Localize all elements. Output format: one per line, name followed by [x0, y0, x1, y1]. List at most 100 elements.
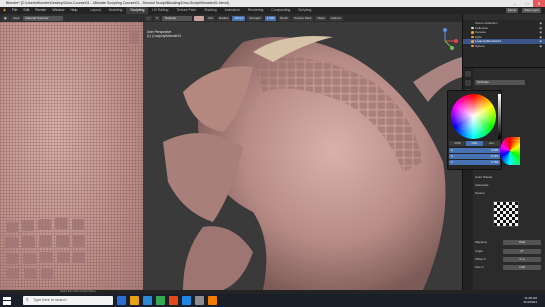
strength-slider[interactable]: 1.000 [264, 15, 277, 21]
scale-pattern [38, 219, 51, 230]
scale-pattern [40, 252, 53, 263]
taskbar-app-icon[interactable] [195, 296, 204, 305]
mapping-label: Mapping [475, 240, 487, 244]
taskbar-search-input[interactable]: ⚲ Type here to search [23, 296, 113, 305]
color-mode-tabs: RGB HSV Hex [449, 141, 500, 146]
brush-name-field[interactable]: TexDraw [475, 80, 525, 85]
scene-selector[interactable]: Scene [505, 8, 519, 13]
value-field[interactable]: V 0.769 [449, 160, 500, 165]
brush-menu[interactable]: Brush [278, 15, 291, 21]
section-color-palette[interactable]: Color Palette [475, 175, 492, 180]
maximize-button[interactable]: □ [521, 0, 533, 7]
outliner-header [463, 14, 545, 20]
taskbar-clock[interactable]: 11:28 AM 6/13/2021 [524, 296, 537, 304]
image-editor-type-icon[interactable]: ▣ [2, 15, 9, 21]
tab-compositing[interactable]: Compositing [267, 7, 294, 14]
tab-hsv[interactable]: HSV [466, 141, 483, 146]
saturation-field[interactable]: S 0.172 [449, 154, 500, 159]
blender-taskbar-icon[interactable] [208, 296, 217, 305]
strength-label: Strength [247, 15, 263, 21]
menu-edit[interactable]: Edit [20, 7, 32, 14]
scale-pattern [39, 235, 52, 247]
navigation-gizmo[interactable] [430, 26, 460, 56]
scale-pattern [73, 252, 85, 263]
scale-pattern [41, 269, 53, 279]
visibility-eye-icon[interactable]: ◉ [539, 44, 542, 49]
editor-type-icon[interactable]: ⬚ [145, 15, 152, 21]
radius-label: Radius [217, 15, 231, 21]
section-advanced[interactable]: Advanced [475, 183, 488, 188]
mask-menu[interactable]: Mask [315, 15, 327, 21]
tab-animation[interactable]: Animation [221, 7, 244, 14]
blender-logo-icon[interactable]: ◉ [0, 7, 9, 14]
tab-layout[interactable]: Layout [86, 7, 104, 14]
menu-window[interactable]: Window [49, 7, 67, 14]
image-selector[interactable]: Material Textured [23, 15, 64, 21]
size-label: Size X [475, 265, 484, 269]
tab-modeling[interactable]: Modeling [105, 7, 127, 14]
outliner-item[interactable]: Sphere ◉ [463, 44, 545, 49]
render-tab-icon[interactable] [465, 80, 471, 86]
taskbar-app-icon[interactable] [169, 296, 178, 305]
outliner-panel: Scene Collection ◉ Collection ◉ Camera ◉ Li… [462, 14, 545, 67]
scale-pattern [22, 236, 35, 248]
angle-label: Angle [475, 249, 483, 253]
image-view-menu[interactable]: View [10, 15, 22, 21]
tab-rgb[interactable]: RGB [449, 141, 466, 146]
tab-shading[interactable]: Shading [200, 7, 220, 14]
menu-help[interactable]: Help [67, 7, 80, 14]
3d-viewport[interactable] [143, 22, 462, 290]
texture-image [0, 22, 143, 290]
tab-hex[interactable]: Hex [483, 141, 500, 146]
view-layer-selector[interactable]: View Layer [522, 8, 541, 13]
tab-rendering[interactable]: Rendering [244, 7, 268, 14]
taskbar-app-icon[interactable] [117, 296, 126, 305]
windows-start-icon[interactable] [3, 296, 11, 305]
scale-pattern [22, 220, 34, 231]
image-editor-header: ▣ View Material Textured [0, 14, 143, 22]
minimize-button[interactable]: – [509, 0, 521, 7]
scale-pattern [73, 235, 85, 247]
menu-file[interactable]: File [9, 7, 20, 14]
scale-pattern [24, 269, 36, 279]
tab-uv-editing[interactable]: UV Editing [148, 7, 172, 14]
brush-selector[interactable]: TexDraw [162, 15, 193, 21]
texture-preview [493, 201, 519, 227]
tool-settings-header: ⬚ ✎ TexDraw Mix Radius 100 px Strength 1… [143, 14, 462, 22]
search-icon: ⚲ [26, 298, 29, 302]
angle-field[interactable]: 0° [503, 249, 541, 254]
scale-pattern [5, 237, 18, 248]
options-menu[interactable]: Options [328, 15, 343, 21]
radius-slider[interactable]: 100 px [232, 15, 246, 21]
tool-tab-icon[interactable] [465, 71, 471, 77]
offset-field[interactable]: 0 m [503, 257, 541, 262]
scale-pattern [7, 269, 19, 279]
texture-slots-menu[interactable]: Texture Slots [292, 15, 314, 21]
tab-sculpting[interactable]: Sculpting [126, 7, 149, 14]
size-field[interactable]: 1.00 [503, 265, 541, 270]
scale-pattern [130, 30, 138, 44]
taskbar-app-icon[interactable] [182, 296, 191, 305]
scale-pattern [23, 253, 36, 264]
brush-icon[interactable]: ✎ [153, 15, 161, 21]
value-slider[interactable] [498, 94, 501, 139]
tab-scripting[interactable]: Scripting [294, 7, 315, 14]
section-texture[interactable]: Texture [475, 191, 485, 196]
mapping-selector[interactable]: Tiled [503, 240, 541, 245]
color-wheel[interactable] [451, 94, 496, 139]
color-swatch[interactable] [194, 15, 205, 21]
tab-texture-paint[interactable]: Texture Paint [172, 7, 200, 14]
sculpt-model [163, 36, 462, 290]
scale-pattern [6, 222, 18, 232]
blend-mode-selector[interactable]: Mix [206, 15, 216, 21]
taskbar-app-icon[interactable] [130, 296, 139, 305]
scale-pattern [57, 252, 70, 263]
viewport-info: User Perspective (1) | Lowpoly/Monster01 [147, 30, 181, 38]
close-button[interactable]: ✕ [533, 0, 545, 7]
image-editor-canvas[interactable] [0, 22, 143, 290]
hue-field[interactable]: H 0.000 [449, 148, 500, 153]
secondary-color-wheel[interactable] [500, 137, 520, 165]
taskbar-app-icon[interactable] [156, 296, 165, 305]
taskbar-app-icon[interactable] [143, 296, 152, 305]
menu-render[interactable]: Render [32, 7, 49, 14]
